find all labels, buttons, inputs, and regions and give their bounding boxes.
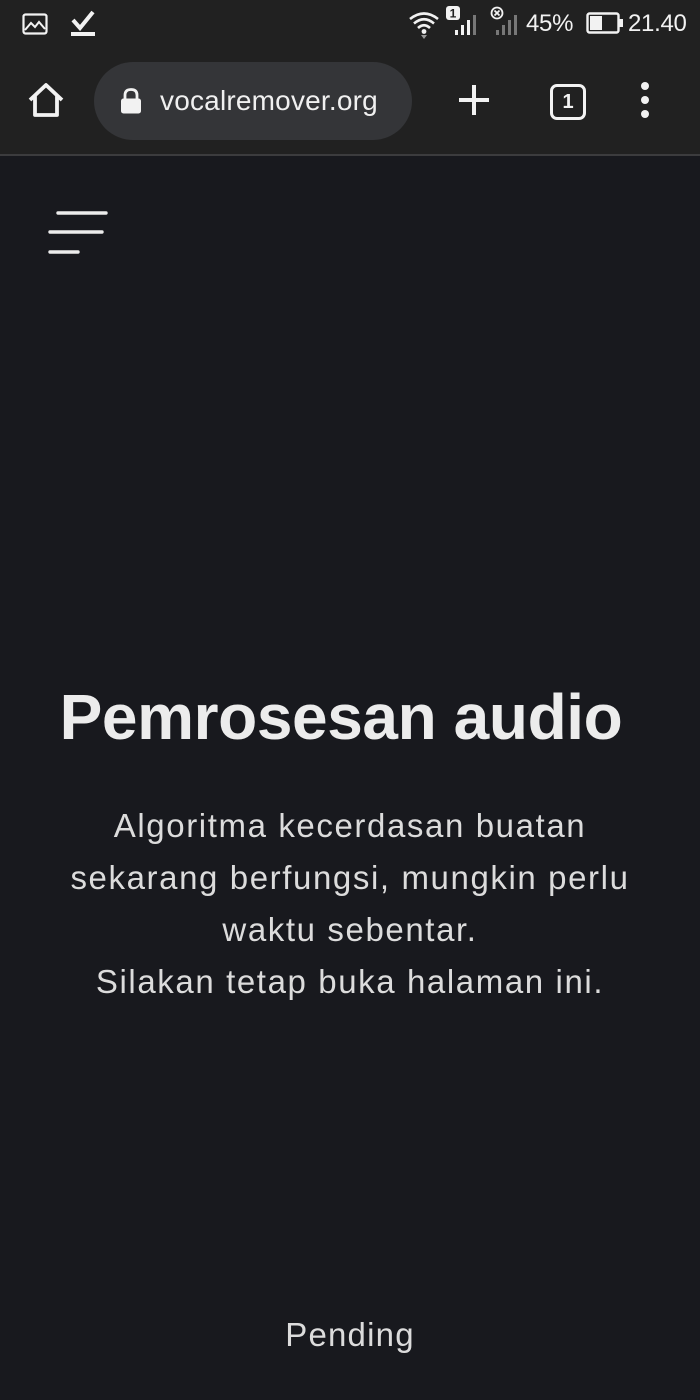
page-title: Pemrosesan audio — [59, 681, 623, 753]
status-bar: 1 45% 21.40 — [0, 0, 700, 48]
battery-percent: 45% — [526, 10, 574, 37]
home-icon[interactable] — [26, 80, 66, 120]
tab-switcher-icon[interactable]: 1 — [550, 84, 586, 120]
processing-description: Algoritma kecerdasan buatan sekarang ber… — [40, 800, 660, 1008]
description-line: Silakan tetap buka halaman ini. — [95, 963, 605, 1000]
description-line: sekarang berfungsi, mungkin perlu — [70, 859, 630, 896]
hamburger-menu-icon[interactable] — [46, 208, 110, 258]
sim1-badge: 1 — [450, 7, 457, 21]
signal-icon: 1 — [446, 6, 476, 35]
download-complete-icon — [71, 10, 95, 36]
wifi-icon — [409, 12, 439, 39]
description-line: waktu sebentar. — [222, 911, 478, 948]
processing-status: Pending — [285, 1316, 415, 1353]
url-bar[interactable]: vocalremover.org — [94, 62, 412, 140]
description-line: Algoritma kecerdasan buatan — [113, 807, 587, 844]
signal-no-service-icon — [490, 6, 517, 35]
more-vert-icon[interactable] — [632, 80, 658, 120]
url-text[interactable]: vocalremover.org — [160, 85, 378, 117]
battery-icon — [586, 12, 623, 34]
plus-icon[interactable] — [456, 82, 492, 118]
browser-toolbar: vocalremover.org 1 — [0, 48, 700, 156]
lock-icon[interactable] — [120, 88, 142, 114]
gallery-icon — [22, 13, 48, 35]
clock: 21.40 — [628, 10, 687, 37]
